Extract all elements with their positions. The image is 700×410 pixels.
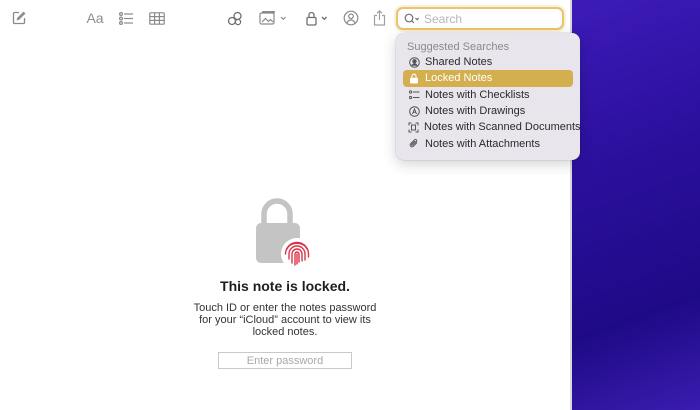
checklist-icon — [408, 89, 420, 101]
format-button[interactable]: Aa — [85, 9, 105, 27]
padlock-shackle — [261, 198, 293, 225]
paperclip-icon — [408, 138, 420, 150]
suggestion-label: Locked Notes — [425, 72, 493, 85]
suggestion-label: Notes with Scanned Documents — [424, 121, 581, 134]
suggestion-label: Notes with Drawings — [425, 105, 526, 118]
collaborate-icon[interactable] — [225, 9, 245, 27]
suggested-searches-header: Suggested Searches — [407, 41, 510, 53]
locked-note-message: Touch ID or enter the notes password for… — [193, 302, 377, 338]
suggestion-label: Shared Notes — [425, 56, 493, 69]
checklist-icon[interactable] — [117, 9, 135, 27]
locked-note-title: This note is locked. — [220, 278, 350, 294]
compose-icon[interactable] — [10, 9, 28, 27]
suggestion-label: Notes with Checklists — [425, 88, 530, 101]
collaboration-avatar-icon[interactable] — [341, 9, 361, 27]
drawing-icon — [408, 105, 420, 117]
scan-icon — [408, 121, 419, 133]
desktop-background — [572, 0, 700, 410]
suggestion-locked-notes[interactable]: Locked Notes — [403, 70, 573, 87]
media-icon[interactable] — [258, 9, 288, 27]
suggestion-shared-notes[interactable]: Shared Notes — [403, 54, 573, 70]
suggestion-label: Notes with Attachments — [425, 137, 540, 150]
lock-menu-icon[interactable] — [304, 9, 332, 27]
suggested-searches-dropdown: Suggested Searches Shared Notes Locked N… — [396, 33, 581, 160]
search-icon — [404, 13, 420, 25]
suggestion-scanned-documents[interactable]: Notes with Scanned Documents — [403, 119, 581, 135]
locked-note-illustration — [254, 197, 316, 271]
password-field[interactable] — [218, 352, 352, 369]
search-field[interactable] — [396, 7, 564, 30]
suggestion-attachments[interactable]: Notes with Attachments — [403, 135, 573, 151]
table-icon[interactable] — [147, 9, 167, 27]
share-icon[interactable] — [370, 8, 388, 27]
search-input[interactable] — [424, 11, 544, 26]
suggestion-checklists[interactable]: Notes with Checklists — [403, 87, 573, 103]
suggestion-drawings[interactable]: Notes with Drawings — [403, 103, 573, 119]
lock-icon — [408, 72, 420, 84]
person-circle-icon — [408, 56, 420, 68]
